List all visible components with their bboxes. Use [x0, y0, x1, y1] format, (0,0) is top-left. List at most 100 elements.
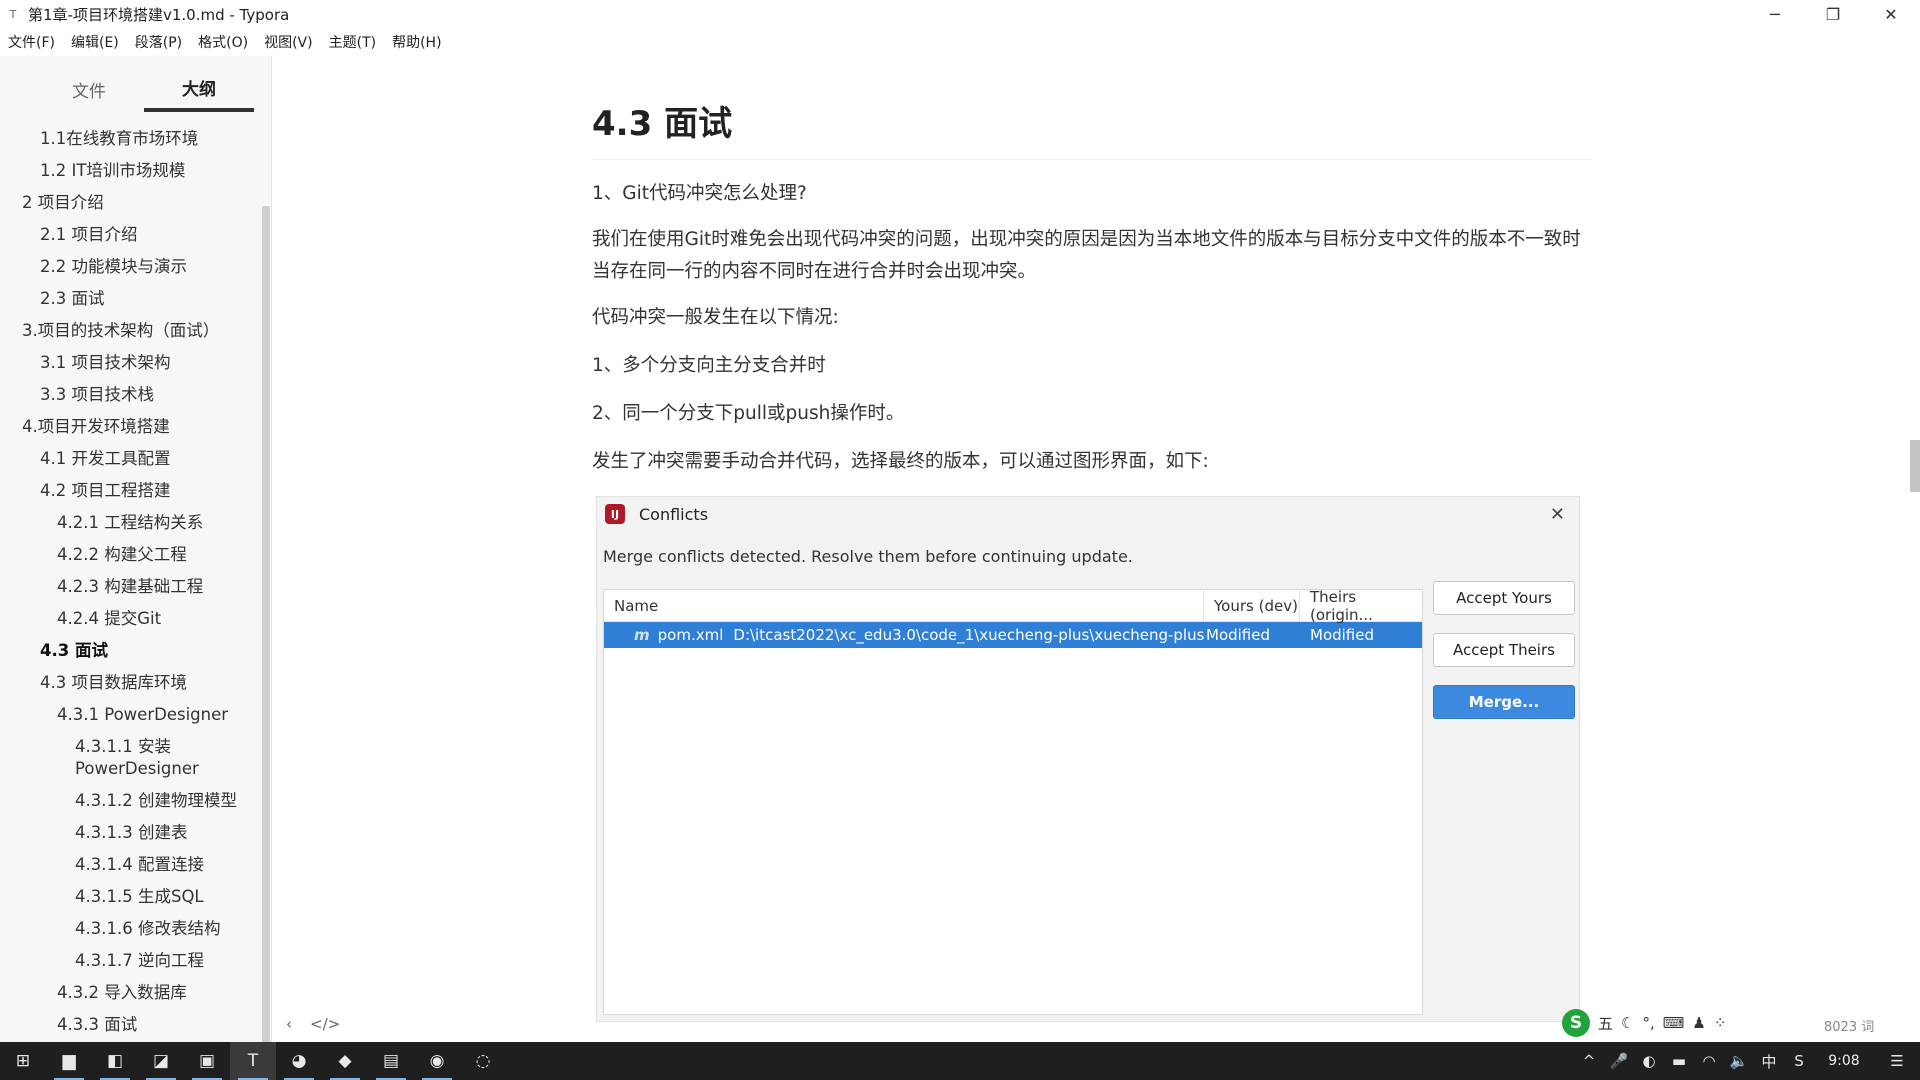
chrome-icon[interactable]: ◉	[414, 1042, 460, 1080]
tab-files[interactable]: 文件	[34, 66, 144, 112]
wifi-icon[interactable]: ◠	[1694, 1042, 1724, 1080]
moon-icon[interactable]: ☾	[1621, 1014, 1634, 1032]
outline-item[interactable]: 4.3.2 导入数据库	[0, 978, 261, 1010]
menu-help[interactable]: 帮助(H)	[384, 32, 449, 52]
outline-item[interactable]: 3.项目的技术架构（面试）	[0, 316, 261, 348]
typora-icon[interactable]: T	[230, 1042, 276, 1080]
paragraph: 发生了冲突需要手动合并代码，选择最终的版本，可以通过图形界面，如下:	[592, 451, 1209, 472]
keyboard-icon[interactable]: ⌨	[1663, 1014, 1685, 1032]
outline-item[interactable]: 4.2.2 构建父工程	[0, 540, 261, 572]
sidebar: 文件 大纲 1.1在线教育市场环境 1.2 IT培训市场规模 2 项目介绍 2.1 项…	[0, 56, 272, 1044]
paragraph: 2、同一个分支下pull或push操作时。	[592, 403, 905, 424]
menu-format[interactable]: 格式(O)	[190, 32, 256, 52]
outline-item[interactable]: 2 项目介绍	[0, 188, 261, 220]
menu-paragraph[interactable]: 段落(P)	[127, 32, 190, 52]
outline-item[interactable]: 2.3 面试	[0, 284, 261, 316]
outline-item[interactable]: 1.2 IT培训市场规模	[0, 156, 261, 188]
accept-yours-button: Accept Yours	[1433, 581, 1575, 615]
outline-item[interactable]: 1.1在线教育市场环境	[0, 124, 261, 156]
back-icon[interactable]: ‹	[286, 1015, 292, 1033]
sidebar-scrollbar[interactable]	[262, 206, 270, 1044]
outline-item[interactable]: 4.3.1.6 修改表结构	[0, 914, 261, 946]
outline-item[interactable]: 3.3 项目技术栈	[0, 380, 261, 412]
editor-bottom-bar: ‹ </>	[272, 1010, 344, 1038]
column-theirs: Theirs (origin...	[1310, 587, 1373, 624]
misc-app-icon[interactable]: ◌	[460, 1042, 506, 1080]
row-name-cell: m pom.xml D:\itcast2022\xc_edu3.0\code_1…	[604, 626, 1204, 644]
app-orange-icon[interactable]: ◪	[138, 1042, 184, 1080]
edge-icon[interactable]: ◕	[276, 1042, 322, 1080]
apps-grid-icon[interactable]: ⁘	[1714, 1014, 1727, 1032]
outline-item[interactable]: 4.2 项目工程搭建	[0, 476, 261, 508]
sogou-ime-icon[interactable]: S	[1562, 1009, 1590, 1037]
user-icon[interactable]: ♟	[1692, 1014, 1705, 1032]
maximize-button[interactable]: ❐	[1804, 0, 1862, 28]
acrobat-icon[interactable]: ◆	[322, 1042, 368, 1080]
paragraph: 我们在使用Git时难免会出现代码冲突的问题，出现冲突的原因是因为当本地文件的版本…	[592, 229, 1581, 282]
screenshot-tool-icon[interactable]: ▤	[368, 1042, 414, 1080]
outline-item[interactable]: 4.3 面试	[0, 636, 261, 668]
minimize-button[interactable]: ─	[1746, 0, 1804, 28]
outline-item[interactable]: 4.3.1.2 创建物理模型	[0, 786, 261, 818]
editor-scrollbar[interactable]	[1910, 440, 1920, 492]
editor-content[interactable]: 4.3 面试 1、Git代码冲突怎么处理? 我们在使用Git时难免会出现代码冲突…	[592, 56, 1592, 478]
windows-start-icon[interactable]: ⊞	[0, 1042, 46, 1080]
table-row: m pom.xml D:\itcast2022\xc_edu3.0\code_1…	[604, 622, 1422, 648]
outline-item[interactable]: 4.2.3 构建基础工程	[0, 572, 261, 604]
taskbar: ⊞ ▆ ◧ ◪ ▣ T ◕ ◆ ▤ ◉ ◌ ^ 🎤 ◐ ▬ ◠ 🔈 中 S 9:08 ☰	[0, 1042, 1920, 1080]
title-bar: T 第1章-项目环境搭建v1.0.md - Typora ─ ❐ ✕	[0, 0, 1920, 28]
close-window-button[interactable]: ✕	[1862, 0, 1920, 28]
outline-item[interactable]: 4.3.1.3 创建表	[0, 818, 261, 850]
show-hidden-icons-icon[interactable]: ^	[1574, 1042, 1604, 1080]
volume-icon[interactable]: 🔈	[1724, 1042, 1754, 1080]
merge-button: Merge...	[1433, 685, 1575, 719]
dialog-header: IJ Conflicts ✕	[597, 497, 1579, 531]
outline-item[interactable]: 4.1 开发工具配置	[0, 444, 261, 476]
sogou-tray-icon[interactable]: S	[1784, 1042, 1814, 1080]
system-tray: ^ 🎤 ◐ ▬ ◠ 🔈 中 S 9:08 ☰	[1574, 1042, 1920, 1080]
taskbar-apps: ⊞ ▆ ◧ ◪ ▣ T ◕ ◆ ▤ ◉ ◌	[0, 1042, 506, 1080]
battery-icon[interactable]: ▬	[1664, 1042, 1694, 1080]
punctuation-icon[interactable]: °,	[1642, 1014, 1654, 1032]
column-name: Name	[604, 589, 1204, 622]
sidebar-tabs: 文件 大纲	[0, 56, 271, 112]
paragraph: 1、多个分支向主分支合并时	[592, 355, 826, 376]
menu-edit[interactable]: 编辑(E)	[63, 32, 127, 52]
intellij-icon[interactable]: ◧	[92, 1042, 138, 1080]
outline-item[interactable]: 4.2.4 提交Git	[0, 604, 261, 636]
outline-item[interactable]: 2.2 功能模块与演示	[0, 252, 261, 284]
input-language-icon[interactable]: 中	[1754, 1042, 1784, 1080]
menu-view[interactable]: 视图(V)	[256, 32, 321, 52]
clock[interactable]: 9:08	[1814, 1053, 1874, 1069]
outline-item[interactable]: 4.3.1.1 安装 PowerDesigner	[0, 732, 261, 786]
conflicts-table: Name Yours (dev) Theirs (origin... m pom…	[603, 587, 1423, 1015]
menu-bar: 文件(F) 编辑(E) 段落(P) 格式(O) 视图(V) 主题(T) 帮助(H…	[0, 30, 450, 54]
tray-app-icon[interactable]: ◐	[1634, 1042, 1664, 1080]
outline-item[interactable]: 4.3.1.7 逆向工程	[0, 946, 261, 978]
source-code-toggle-icon[interactable]: </>	[310, 1015, 340, 1033]
outline-item[interactable]: 3.1 项目技术架构	[0, 348, 261, 380]
page-heading: 4.3 面试	[592, 96, 1592, 160]
microphone-icon[interactable]: 🎤	[1604, 1042, 1634, 1080]
word-count[interactable]: 8023 词	[1824, 1016, 1874, 1035]
outline-item[interactable]: 4.3.1.4 配置连接	[0, 850, 261, 882]
file-explorer-icon[interactable]: ▆	[46, 1042, 92, 1080]
remote-desktop-icon[interactable]: ▣	[184, 1042, 230, 1080]
column-yours: Yours (dev)	[1204, 589, 1300, 622]
outline-item[interactable]: 4.3.3 面试	[0, 1010, 261, 1042]
tab-outline[interactable]: 大纲	[144, 66, 254, 112]
row-theirs-status: Modified	[1310, 626, 1375, 644]
paragraph: 1、Git代码冲突怎么处理?	[592, 183, 807, 204]
menu-theme[interactable]: 主题(T)	[321, 32, 384, 52]
wubi-mode-icon[interactable]: 五	[1598, 1013, 1613, 1034]
outline-item[interactable]: 4.3.1.5 生成SQL	[0, 882, 261, 914]
outline-item[interactable]: 4.2.1 工程结构关系	[0, 508, 261, 540]
outline-item[interactable]: 4.项目开发环境搭建	[0, 412, 261, 444]
outline-item[interactable]: 4.3.1 PowerDesigner	[0, 700, 261, 732]
outline-item[interactable]: 2.1 项目介绍	[0, 220, 261, 252]
notification-icon[interactable]: ☰	[1874, 1042, 1920, 1080]
outline-item[interactable]: 4.3 项目数据库环境	[0, 668, 261, 700]
menu-file[interactable]: 文件(F)	[0, 32, 63, 52]
row-yours-status: Modified	[1206, 626, 1271, 644]
outline-list: 1.1在线教育市场环境 1.2 IT培训市场规模 2 项目介绍 2.1 项目介绍 2.2…	[0, 124, 261, 1042]
